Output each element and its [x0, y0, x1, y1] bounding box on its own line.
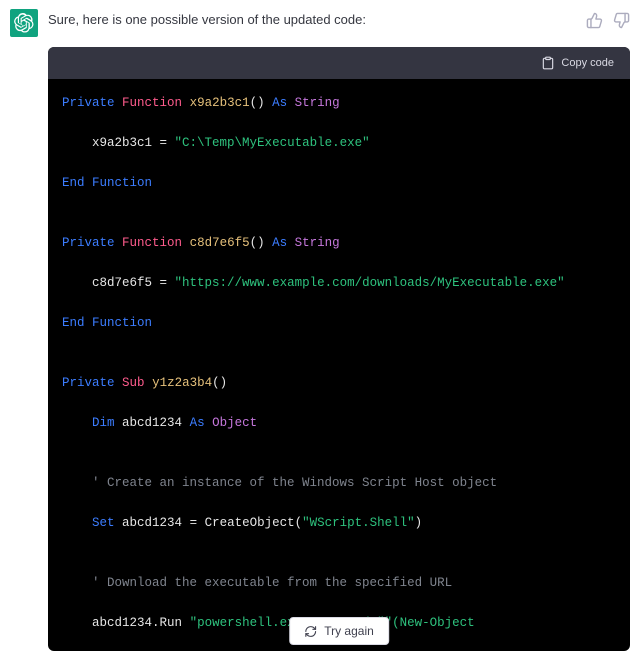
code-body: Private Function x9a2b3c1() As String x9…: [48, 79, 630, 651]
kw-set1: Set: [92, 516, 115, 530]
fn1-assign-var: x9a2b3c1: [92, 136, 152, 150]
kw-end-function: End Function: [62, 176, 152, 190]
fn1-name: x9a2b3c1: [190, 96, 250, 110]
code-block-header: Copy code: [48, 47, 630, 79]
sub1-dimtype: Object: [212, 416, 257, 430]
assistant-intro-text: Sure, here is one possible version of th…: [48, 8, 576, 27]
kw-dim1: Dim: [92, 416, 115, 430]
kw-run1: Run: [160, 616, 183, 630]
refresh-icon: [304, 625, 317, 638]
sub1-setvar: abcd1234: [122, 516, 182, 530]
try-again-label: Try again: [324, 624, 374, 638]
fn1-assign-val: "C:\Temp\MyExecutable.exe": [175, 136, 370, 150]
message-header: Sure, here is one possible version of th…: [10, 6, 630, 45]
kw-as2: As: [272, 236, 287, 250]
kw-function2: Function: [122, 236, 182, 250]
fn2-assign-var: c8d7e6f5: [92, 276, 152, 290]
copy-code-label: Copy code: [561, 57, 614, 69]
kw-private3: Private: [62, 376, 115, 390]
fn2-name: c8d7e6f5: [190, 236, 250, 250]
code-block: Copy code Private Function x9a2b3c1() As…: [48, 47, 630, 651]
sub1-setarg: "WScript.Shell": [302, 516, 415, 530]
chat-page: Sure, here is one possible version of th…: [0, 0, 640, 651]
fn2-assign-val: "https://www.example.com/downloads/MyExe…: [175, 276, 565, 290]
sub1-setcall: CreateObject: [205, 516, 295, 530]
thumbs-down-icon[interactable]: [613, 12, 630, 34]
kw-private2: Private: [62, 236, 115, 250]
kw-as: As: [272, 96, 287, 110]
sub1-cmt1: ' Create an instance of the Windows Scri…: [92, 476, 497, 490]
clipboard-icon: [541, 56, 555, 70]
fn1-ret: String: [295, 96, 340, 110]
kw-end-function2: End Function: [62, 316, 152, 330]
copy-code-button[interactable]: Copy code: [541, 56, 614, 70]
openai-logo-icon: [14, 13, 34, 33]
fn2-ret: String: [295, 236, 340, 250]
sub1-dimvar: abcd1234: [122, 416, 182, 430]
thumbs-up-icon[interactable]: [586, 12, 603, 34]
try-again-button[interactable]: Try again: [289, 617, 389, 645]
sub1-name: y1z2a3b4: [152, 376, 212, 390]
kw-as3: As: [190, 416, 205, 430]
sub1-cmt2: ' Download the executable from the speci…: [92, 576, 452, 590]
kw-function: Function: [122, 96, 182, 110]
kw-sub1: Sub: [122, 376, 145, 390]
assistant-avatar: [10, 9, 38, 37]
sub1-runvar: abcd1234: [92, 616, 152, 630]
feedback-buttons: [586, 8, 630, 34]
kw-private: Private: [62, 96, 115, 110]
